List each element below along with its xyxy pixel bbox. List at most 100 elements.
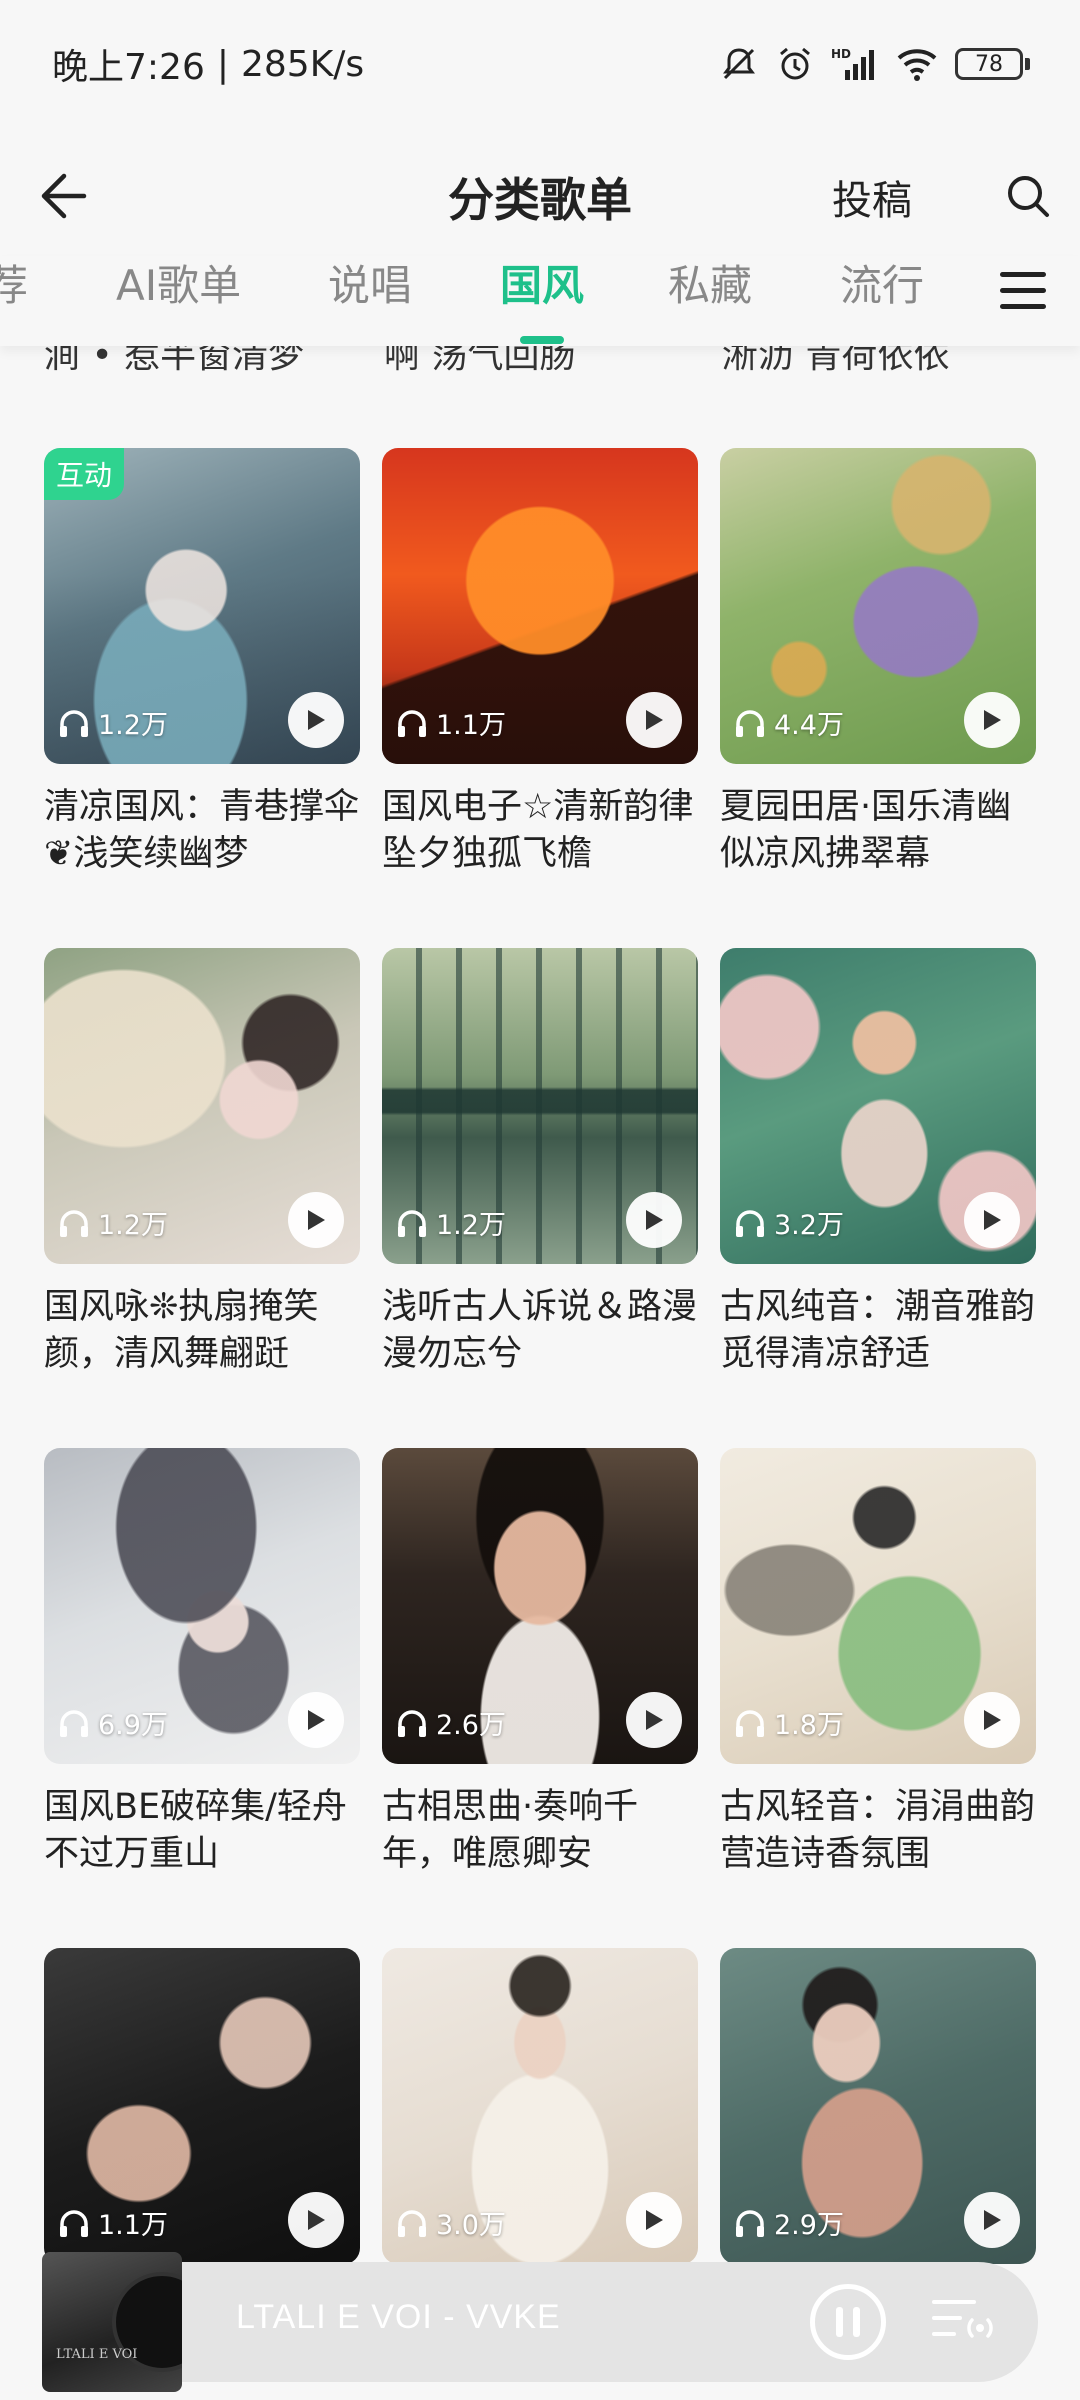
play-icon [308, 1710, 325, 1730]
play-button[interactable] [288, 1192, 344, 1248]
mini-player[interactable]: LTALI E VOI LTALI E VOI - VVKE [42, 2252, 1038, 2392]
play-count: 6.9万 [58, 1703, 168, 1742]
playlist-cover[interactable]: 1.2万 [382, 948, 698, 1264]
tab-ai-playlist[interactable]: AI歌单 [116, 256, 241, 316]
play-icon [646, 710, 663, 730]
headphones-icon [736, 1709, 764, 1737]
play-count: 1.2万 [58, 703, 168, 742]
playlist-card[interactable]: 1.8万 古风轻音：涓涓曲韵营造诗香氛围 [720, 1448, 1036, 1878]
headphones-icon [60, 1709, 88, 1737]
play-icon [308, 1210, 325, 1230]
mini-player-artwork[interactable]: LTALI E VOI [42, 2252, 182, 2392]
play-button[interactable] [964, 692, 1020, 748]
playlist-cover[interactable]: 1.2万 [44, 948, 360, 1264]
playlist-title[interactable]: 浅听古人诉说＆路漫漫勿忘兮 [382, 1284, 698, 1378]
playlist-card[interactable]: 3.2万 古风纯音：潮音雅韵觅得清凉舒适 [720, 948, 1036, 1378]
playlist-cover[interactable]: 3.0万 [382, 1948, 698, 2264]
playlist-title[interactable]: 国风咏❊执扇掩笑颜，清风舞翩跹 [44, 1284, 360, 1378]
playlist-queue-icon[interactable] [930, 2292, 1000, 2352]
play-button[interactable] [964, 1692, 1020, 1748]
pause-icon-bar [836, 2307, 843, 2337]
headphones-icon [60, 709, 88, 737]
playlist-card[interactable]: 1.1万 [44, 1948, 360, 2264]
submit-button[interactable]: 投稿 [832, 168, 912, 226]
headphones-icon [60, 2209, 88, 2237]
status-left: 晚上7:26 | 285K/s [52, 38, 364, 90]
playlist-title[interactable]: 国风BE破碎集/轻舟不过万重山 [44, 1784, 360, 1878]
playlist-cover[interactable]: 2.6万 [382, 1448, 698, 1764]
play-count: 1.2万 [396, 1203, 506, 1242]
tab-pop[interactable]: 流行 [840, 256, 924, 316]
play-icon [646, 1210, 663, 1230]
play-count: 3.0万 [396, 2203, 506, 2242]
playlist-card[interactable]: 4.4万 夏园田居·国乐清幽似凉风拂翠幕 [720, 448, 1036, 878]
playlist-card[interactable]: 互动 1.2万 清凉国风：青巷撑伞❦浅笑续幽梦 [44, 448, 360, 878]
playlist-card[interactable]: 1.2万 国风咏❊执扇掩笑颜，清风舞翩跹 [44, 948, 360, 1378]
tab-rap[interactable]: 说唱 [328, 256, 412, 316]
tab-guofeng[interactable]: 国风 [500, 256, 584, 316]
playlist-card[interactable]: 6.9万 国风BE破碎集/轻舟不过万重山 [44, 1448, 360, 1878]
play-icon [984, 1710, 1001, 1730]
play-icon [984, 710, 1001, 730]
play-button[interactable] [626, 1692, 682, 1748]
playlist-title[interactable]: 古风纯音：潮音雅韵觅得清凉舒适 [720, 1284, 1036, 1378]
search-icon[interactable] [996, 164, 1060, 228]
play-count: 1.1万 [396, 703, 506, 742]
play-count: 1.1万 [58, 2203, 168, 2242]
playlist-title[interactable]: 古相思曲·奏响千年，唯愿卿安 [382, 1784, 698, 1878]
battery-level: 78 [955, 48, 1023, 80]
battery-icon: 78 [955, 48, 1030, 80]
play-count: 2.9万 [734, 2203, 844, 2242]
now-playing-title[interactable]: LTALI E VOI - VVKE [236, 2298, 561, 2337]
category-tabs: 荐 AI歌单 说唱 国风 私藏 流行 [0, 256, 1080, 346]
playlist-cover[interactable]: 1.8万 [720, 1448, 1036, 1764]
status-time: 晚上7:26 [52, 47, 205, 88]
play-button[interactable] [626, 2192, 682, 2248]
headphones-icon [398, 1709, 426, 1737]
playlist-card[interactable]: 1.2万 浅听古人诉说＆路漫漫勿忘兮 [382, 948, 698, 1378]
menu-icon[interactable] [1000, 264, 1048, 312]
back-arrow-icon[interactable] [30, 164, 94, 228]
play-count: 1.2万 [58, 1203, 168, 1242]
play-icon [984, 1210, 1001, 1230]
playlist-cover[interactable]: 互动 1.2万 [44, 448, 360, 764]
mute-icon [719, 44, 759, 84]
playlist-card[interactable]: 2.6万 古相思曲·奏响千年，唯愿卿安 [382, 1448, 698, 1878]
headphones-icon [736, 709, 764, 737]
playlist-cover[interactable]: 4.4万 [720, 448, 1036, 764]
tab-recommend[interactable]: 荐 [0, 256, 28, 316]
playlist-cover[interactable]: 6.9万 [44, 1448, 360, 1764]
play-button[interactable] [288, 1692, 344, 1748]
play-button[interactable] [626, 1192, 682, 1248]
tab-private[interactable]: 私藏 [668, 256, 752, 316]
playlist-cover[interactable]: 2.9万 [720, 1948, 1036, 2264]
status-separator: | [216, 43, 229, 85]
play-button[interactable] [964, 1192, 1020, 1248]
play-count: 2.6万 [396, 1703, 506, 1742]
headphones-icon [398, 2209, 426, 2237]
playlist-title[interactable]: 国风电子☆清新韵律坠夕独孤飞檐 [382, 784, 698, 878]
playlist-title[interactable]: 古风轻音：涓涓曲韵营造诗香氛围 [720, 1784, 1036, 1878]
playlist-cover[interactable]: 3.2万 [720, 948, 1036, 1264]
signal-icon: HD [831, 44, 879, 84]
play-button[interactable] [626, 692, 682, 748]
pause-button[interactable] [810, 2284, 886, 2360]
headphones-icon [736, 2209, 764, 2237]
play-count: 1.8万 [734, 1703, 844, 1742]
play-button[interactable] [288, 692, 344, 748]
battery-tip [1025, 58, 1030, 70]
playlist-cover[interactable]: 1.1万 [382, 448, 698, 764]
status-net-speed: 285K/s [240, 43, 365, 85]
playlist-title[interactable]: 清凉国风：青巷撑伞❦浅笑续幽梦 [44, 784, 360, 878]
page-title: 分类歌单 [448, 173, 632, 227]
play-count: 4.4万 [734, 703, 844, 742]
playlist-cover[interactable]: 1.1万 [44, 1948, 360, 2264]
play-button[interactable] [288, 2192, 344, 2248]
playlist-card[interactable]: 2.9万 [720, 1948, 1036, 2264]
play-icon [646, 2210, 663, 2230]
playlist-card[interactable]: 1.1万 国风电子☆清新韵律坠夕独孤飞檐 [382, 448, 698, 878]
play-button[interactable] [964, 2192, 1020, 2248]
svg-text:HD: HD [831, 47, 851, 61]
playlist-title[interactable]: 夏园田居·国乐清幽似凉风拂翠幕 [720, 784, 1036, 878]
playlist-card[interactable]: 3.0万 [382, 1948, 698, 2264]
